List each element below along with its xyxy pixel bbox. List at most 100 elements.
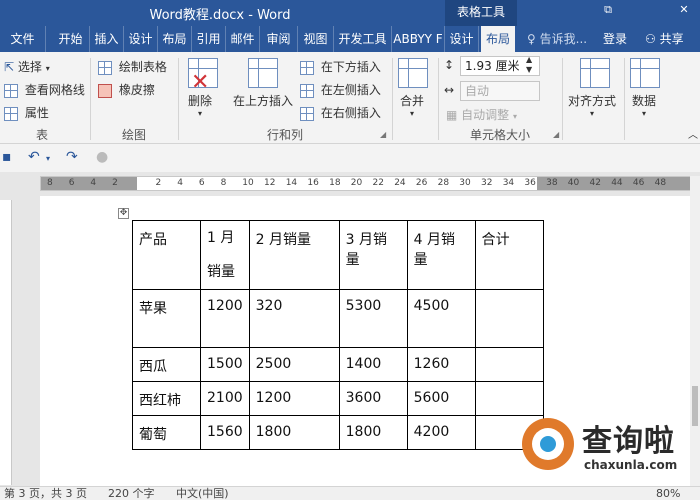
table-cell[interactable]: 1800	[248, 415, 340, 450]
ruler-number: 28	[437, 178, 450, 188]
eraser-label: 橡皮擦	[118, 83, 155, 97]
horizontal-ruler[interactable]: 8 6 4 2 2 4 6 8 10 12 14 16 18 20 22 24 26 28 30 32 34 36 38 40…	[40, 176, 691, 191]
ruler-number: 42	[589, 178, 601, 188]
table-cell[interactable]: 320	[248, 289, 340, 348]
dialog-launcher-icon[interactable]: ◢	[380, 130, 386, 139]
view-gridlines-button[interactable]: 查看网格线	[4, 81, 85, 98]
table-cell[interactable]: 5600	[406, 381, 476, 416]
insert-above-button[interactable]: 在上方插入	[233, 92, 293, 109]
spin-down-icon[interactable]: ▼	[526, 65, 532, 74]
dialog-launcher-icon[interactable]: ◢	[553, 130, 559, 139]
table-cell[interactable]: 1200	[200, 289, 250, 348]
tab-file[interactable]: 文件	[0, 26, 46, 52]
table-tools-label: 表格工具	[445, 0, 517, 26]
restore-icon[interactable]: ⧉	[597, 1, 619, 19]
page-count[interactable]: 第 3 页，共 3 页	[4, 487, 87, 500]
tab-mailings[interactable]: 邮件	[226, 26, 260, 52]
ruler-number: 38	[546, 178, 558, 188]
table-cell[interactable]: 4200	[406, 415, 476, 450]
merge-label: 合并	[400, 94, 425, 108]
table-cell[interactable]: 2100	[200, 381, 250, 416]
table-cell[interactable]: 1 月销量	[200, 220, 250, 290]
data-button[interactable]: 数据 ▾	[632, 92, 656, 118]
group-label-cell-size: 单元格大小	[469, 128, 530, 142]
merge-icon	[398, 58, 428, 88]
table-cell[interactable]	[474, 289, 544, 348]
table-cell[interactable]: 合计	[474, 220, 544, 290]
column-width-field[interactable]: 自动	[460, 81, 540, 101]
word-count[interactable]: 220 个字	[108, 487, 155, 500]
language[interactable]: 中文(中国)	[176, 487, 229, 500]
table-cell[interactable]	[474, 347, 544, 382]
table-cell[interactable]: 西瓜	[132, 347, 201, 382]
alignment-label: 对齐方式	[568, 94, 617, 108]
tell-me-box[interactable]: ♀ 告诉我...	[527, 26, 587, 52]
tab-insert[interactable]: 插入	[90, 26, 124, 52]
group-label-draw: 绘图	[121, 128, 146, 142]
alignment-button[interactable]: 对齐方式 ▾	[568, 92, 616, 118]
table-move-handle-icon[interactable]: ✥	[118, 208, 129, 219]
circle-icon[interactable]: ●	[96, 149, 108, 165]
table-cell[interactable]: 1400	[338, 347, 408, 382]
ruler-number: 14	[285, 178, 298, 188]
table-cell[interactable]: 1260	[406, 347, 476, 382]
insert-right-button[interactable]: 在右侧插入	[300, 104, 381, 121]
collapse-ribbon-icon[interactable]: ︿	[688, 126, 698, 141]
tab-layout[interactable]: 布局	[158, 26, 192, 52]
undo-icon[interactable]: ↶	[28, 149, 40, 165]
table-cell[interactable]: 2500	[248, 347, 340, 382]
tab-table-design[interactable]: 设计	[445, 26, 479, 52]
insert-left-label: 在左侧插入	[320, 83, 381, 97]
group-divider	[624, 58, 625, 140]
table-cell[interactable]: 4500	[406, 289, 476, 348]
tab-home[interactable]: 开始	[52, 26, 90, 52]
sales-table[interactable]: 产品 1 月销量 2 月销量 3 月销量 4 月销量 合计 苹果 1200 320 5300 450…	[132, 220, 544, 450]
insert-left-button[interactable]: 在左侧插入	[300, 81, 381, 98]
group-label-table: 表	[35, 128, 48, 142]
tab-developer[interactable]: 开发工具	[334, 26, 392, 52]
chevron-down-icon: ▾	[198, 109, 203, 118]
group-divider	[392, 58, 393, 140]
draw-table-button[interactable]: 绘制表格	[98, 58, 167, 75]
table-cell[interactable]: 1200	[248, 381, 340, 416]
gridlines-icon	[4, 83, 18, 98]
table-cell[interactable]: 1560	[200, 415, 250, 450]
spin-up-icon[interactable]: ▲	[526, 55, 532, 64]
save-icon[interactable]: ▪	[2, 149, 12, 165]
share-button[interactable]: ⚇ 共享	[645, 26, 684, 52]
chevron-down-icon[interactable]: ▾	[46, 154, 50, 163]
redo-icon[interactable]: ↷	[66, 149, 78, 165]
tab-table-layout[interactable]: 布局	[481, 26, 515, 52]
delete-button[interactable]: 删除 ▾	[188, 92, 212, 118]
tab-references[interactable]: 引用	[192, 26, 226, 52]
insert-below-button[interactable]: 在下方插入	[300, 58, 381, 75]
properties-button[interactable]: 属性	[4, 104, 49, 121]
close-icon[interactable]: ✕	[673, 1, 695, 19]
table-cell[interactable]: 3600	[338, 381, 408, 416]
table-cell[interactable]: 1500	[200, 347, 250, 382]
select-button[interactable]: ⇱ 选择 ▾	[4, 58, 50, 75]
table-cell[interactable]: 3 月销量	[338, 220, 408, 290]
tab-abbyy[interactable]: ABBYY F	[392, 26, 445, 52]
zoom-level[interactable]: 80%	[656, 487, 680, 500]
login-button[interactable]: 登录	[603, 26, 627, 52]
properties-icon	[4, 106, 18, 121]
autofit-button[interactable]: ▦ 自动调整 ▾	[446, 106, 517, 123]
ruler-number: 10	[242, 178, 254, 188]
table-row: 产品 1 月销量 2 月销量 3 月销量 4 月销量 合计	[132, 220, 544, 290]
quick-access-toolbar: ▪ ↶ ▾ ↷ ●	[0, 144, 700, 172]
merge-button[interactable]: 合并 ▾	[400, 92, 424, 118]
table-cell[interactable]: 苹果	[132, 289, 201, 348]
table-cell[interactable]: 5300	[338, 289, 408, 348]
table-cell[interactable]: 2 月销量	[248, 220, 340, 290]
tab-design[interactable]: 设计	[124, 26, 158, 52]
tab-view[interactable]: 视图	[298, 26, 334, 52]
table-cell[interactable]: 1800	[338, 415, 408, 450]
table-cell[interactable]: 西红柿	[132, 381, 201, 416]
eraser-button[interactable]: 橡皮擦	[98, 81, 155, 98]
table-cell[interactable]: 产品	[132, 220, 201, 290]
tab-review[interactable]: 审阅	[260, 26, 298, 52]
table-cell[interactable]: 葡萄	[132, 415, 201, 450]
ribbon: ⇱ 选择 ▾ 查看网格线 属性 表 绘制表格 橡皮擦 绘图 删除 ▾ 在上方插入…	[0, 52, 700, 144]
table-cell[interactable]: 4 月销量	[406, 220, 476, 290]
